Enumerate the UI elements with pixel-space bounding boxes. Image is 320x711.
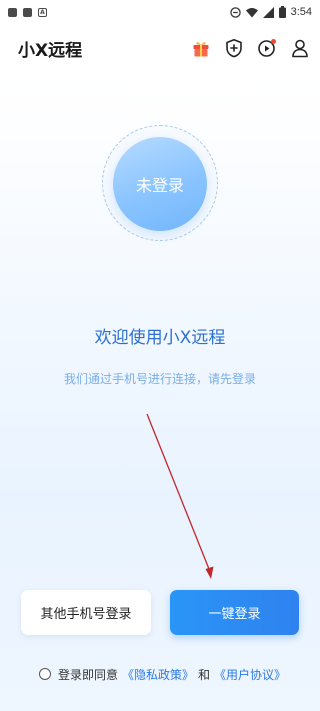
agreement-prefix: 登录即同意 [58,667,119,682]
welcome-title: 欢迎使用小X远程 [94,328,226,348]
status-bar: A 3:54 [0,0,320,24]
app-title: 小X远程 [18,41,83,61]
cellular-signal-icon [262,6,274,18]
agreement-conjunction: 和 [198,667,211,682]
a-badge-icon: A [38,7,47,17]
welcome-subtitle: 我们通过手机号进行连接，请先登录 [63,372,256,386]
user-icon[interactable] [290,38,310,58]
privacy-policy-link[interactable]: 《隐私政策》 [122,666,194,683]
one-key-login-button[interactable]: 一键登录 [170,590,299,635]
do-not-disturb-icon [229,6,241,18]
system-status: 3:54 [229,6,312,18]
shield-plus-icon[interactable] [224,38,244,58]
battery-icon [278,6,286,18]
wifi-icon [245,7,258,17]
gift-icon[interactable] [191,38,211,58]
login-status-label: 未登录 [135,176,184,195]
status-time: 3:54 [290,6,312,18]
avatar[interactable]: 未登录 [113,137,207,231]
agreement-checkbox[interactable] [39,668,51,680]
user-agreement-link[interactable]: 《用户协议》 [214,666,286,683]
app-square-icon [8,7,17,17]
app-square-icon [23,7,32,17]
header-actions [191,38,310,58]
agreement-row: 登录即同意 《隐私政策》 和 《用户协议》 [39,665,286,683]
other-phone-login-button[interactable]: 其他手机号登录 [21,590,151,635]
notification-icons: A [8,7,47,17]
play-badge-icon[interactable] [257,38,277,58]
